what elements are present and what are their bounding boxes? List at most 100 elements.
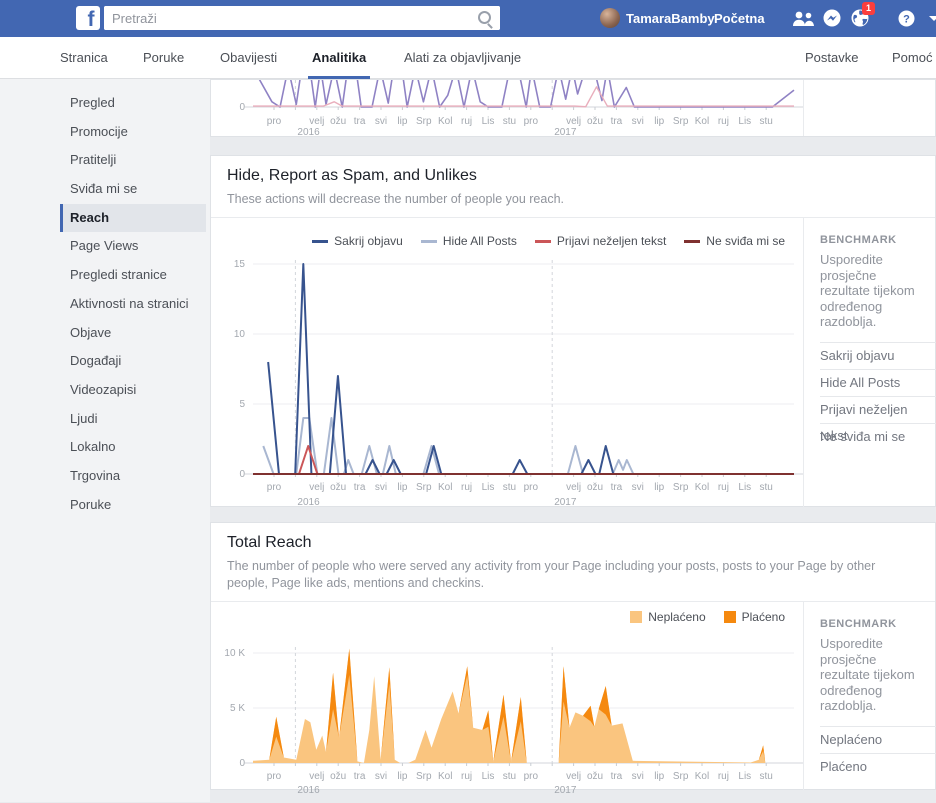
benchmark-item-prijavi-nezeljen-tekst[interactable]: Prijavi neželjen tekst <box>820 395 936 443</box>
benchmark-panel-hide: BENCHMARK Usporedite prosječne rezultate… <box>803 218 936 516</box>
account-menu-caret-icon[interactable] <box>929 16 936 21</box>
benchmark-title: BENCHMARK <box>820 234 897 246</box>
svg-text:Srp: Srp <box>416 771 432 782</box>
svg-text:svi: svi <box>632 482 644 493</box>
svg-text:ožu: ožu <box>330 482 346 493</box>
total-reach-area-chart[interactable]: 05 K10 Kpro velj ožu tra svi lip Srp Kol ruj Lis s… <box>211 602 804 798</box>
svg-text:lip: lip <box>654 116 664 127</box>
svg-text:svi: svi <box>375 116 387 127</box>
sidebar-item-lokalno[interactable]: Lokalno <box>0 433 210 462</box>
legend-swatch <box>312 239 329 243</box>
svg-text:5 K: 5 K <box>230 703 245 714</box>
svg-text:10 K: 10 K <box>224 648 245 659</box>
sidebar-item-objave[interactable]: Objave <box>0 319 210 348</box>
svg-text:velj: velj <box>566 771 581 782</box>
partial-line-chart[interactable]: 0pro velj ožu tra svi lip Srp Kol ruj Lis stu pro ve… <box>211 67 804 138</box>
hide-report-header: Hide, Report as Spam, and Unlikes These … <box>211 156 935 218</box>
tab-alati-za-objavljivanje[interactable]: Alati za objavljivanje <box>404 37 521 79</box>
avatar[interactable] <box>600 8 620 28</box>
sidebar-item-videozapisi[interactable]: Videozapisi <box>0 376 210 405</box>
svg-text:5: 5 <box>239 399 245 410</box>
benchmark-description: Usporedite prosječne rezultate tijekom o… <box>820 252 915 329</box>
benchmark-panel-top <box>803 80 936 136</box>
sidebar-item-pratitelji[interactable]: Pratitelji <box>0 146 210 175</box>
svg-text:pro: pro <box>267 116 282 127</box>
legend-ne-svida-mi-se[interactable]: Ne sviđa mi se <box>684 234 785 248</box>
sidebar-item-svida-mi-se[interactable]: Sviđa mi se <box>0 175 210 204</box>
sidebar-item-page-views[interactable]: Page Views <box>0 232 210 261</box>
search-input[interactable] <box>104 6 500 30</box>
scrolled-chart-card: 0 pro velj ožu tra svi lip Srp Kol ruj Lis stu pro ve… <box>210 67 936 138</box>
section-subtitle: These actions will decrease the number o… <box>227 192 564 206</box>
legend-sakrij-objavu[interactable]: Sakrij objavu <box>312 234 403 248</box>
svg-text:Lis: Lis <box>738 771 751 782</box>
svg-text:ruj: ruj <box>461 116 472 127</box>
benchmark-item-hide-all-posts[interactable]: Hide All Posts <box>820 368 936 396</box>
sidebar-item-dogadaji[interactable]: Događaji <box>0 347 210 376</box>
svg-text:stu: stu <box>760 482 773 493</box>
tab-pomoc[interactable]: Pomoć <box>892 37 932 79</box>
section-title: Hide, Report as Spam, and Unlikes <box>227 167 477 184</box>
svg-text:pro: pro <box>267 482 282 493</box>
legend-swatch <box>630 611 643 623</box>
legend-prijavi-nezeljen-tekst[interactable]: Prijavi neželjen tekst <box>534 234 666 248</box>
legend-swatch <box>684 239 701 243</box>
legend-neplaceno[interactable]: Neplaćeno <box>630 610 706 624</box>
svg-text:Srp: Srp <box>673 116 689 127</box>
svg-text:Lis: Lis <box>738 482 751 493</box>
svg-text:svi: svi <box>632 116 644 127</box>
benchmark-item-neplaceno[interactable]: Neplaćeno <box>820 725 936 753</box>
svg-text:velj: velj <box>566 482 581 493</box>
svg-text:15: 15 <box>234 259 246 270</box>
sidebar-item-poruke[interactable]: Poruke <box>0 491 210 520</box>
top-bar: f TamaraBamby Početna 1 ? <box>0 0 936 37</box>
svg-text:lip: lip <box>397 482 407 493</box>
tab-stranica[interactable]: Stranica <box>60 37 108 79</box>
sidebar-item-reach[interactable]: Reach <box>60 203 206 233</box>
sidebar-item-trgovina[interactable]: Trgovina <box>0 462 210 491</box>
svg-text:stu: stu <box>503 116 516 127</box>
tab-poruke[interactable]: Poruke <box>143 37 184 79</box>
svg-text:tra: tra <box>611 771 623 782</box>
svg-text:velj: velj <box>309 482 324 493</box>
benchmark-item-ne-svida-mi-se[interactable]: Ne sviđa mi se <box>820 422 936 450</box>
svg-text:velj: velj <box>309 116 324 127</box>
profile-link[interactable]: TamaraBamby <box>626 0 715 37</box>
svg-text:10: 10 <box>234 329 246 340</box>
insights-sidebar: Pregled Promocije Pratitelji Sviđa mi se… <box>0 79 210 802</box>
svg-text:ožu: ožu <box>587 116 603 127</box>
svg-text:Srp: Srp <box>416 116 432 127</box>
sidebar-item-pregled[interactable]: Pregled <box>0 89 210 118</box>
svg-text:Lis: Lis <box>482 116 495 127</box>
svg-text:Lis: Lis <box>738 116 751 127</box>
tab-postavke[interactable]: Postavke <box>805 37 858 79</box>
home-link[interactable]: Početna <box>714 0 765 37</box>
svg-text:Srp: Srp <box>673 771 689 782</box>
facebook-insights-page: { "header": { "brand_color": "#4267b2", … <box>0 0 936 802</box>
notification-badge[interactable]: 1 <box>862 2 875 15</box>
benchmark-item-sakrij-objavu[interactable]: Sakrij objavu <box>820 341 936 369</box>
sidebar-item-aktivnosti-na-stranici[interactable]: Aktivnosti na stranici <box>0 290 210 319</box>
tab-obavijesti[interactable]: Obavijesti <box>220 37 277 79</box>
sidebar-item-ljudi[interactable]: Ljudi <box>0 405 210 434</box>
svg-text:stu: stu <box>760 116 773 127</box>
benchmark-item-placeno[interactable]: Plaćeno <box>820 752 936 780</box>
hide-report-line-chart[interactable]: 051015pro velj ožu tra svi lip Srp Kol ruj Lis stu… <box>211 218 804 516</box>
svg-text:svi: svi <box>375 771 387 782</box>
hide-report-card: Hide, Report as Spam, and Unlikes These … <box>210 155 936 516</box>
sidebar-item-promocije[interactable]: Promocije <box>0 118 210 147</box>
messenger-icon[interactable] <box>823 9 841 32</box>
search-icon[interactable] <box>478 11 491 24</box>
search-box <box>104 6 500 30</box>
svg-text:stu: stu <box>503 482 516 493</box>
tab-analitika[interactable]: Analitika <box>308 37 371 79</box>
total-reach-header: Total Reach The number of people who wer… <box>211 523 935 602</box>
svg-text:ožu: ožu <box>330 771 346 782</box>
friend-requests-icon[interactable] <box>791 11 815 31</box>
sidebar-item-pregledi-stranice[interactable]: Pregledi stranice <box>0 261 210 290</box>
svg-text:Kol: Kol <box>438 116 452 127</box>
legend-placeno[interactable]: Plaćeno <box>723 610 785 624</box>
legend-hide-all-posts[interactable]: Hide All Posts <box>420 234 517 248</box>
help-icon[interactable]: ? <box>898 10 915 32</box>
facebook-logo[interactable]: f <box>76 6 100 31</box>
